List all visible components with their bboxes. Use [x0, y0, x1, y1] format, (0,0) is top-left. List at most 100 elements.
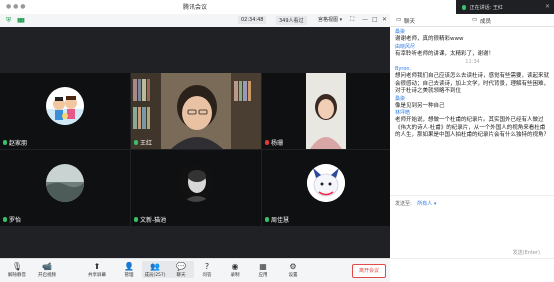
video-tile[interactable]: 罗怡 [0, 150, 130, 226]
chat-message: 林坪皓 老师开始说，想做一个杜甫的纪录片。其实国外已经有人做过《伟大的诗人·杜甫… [395, 110, 550, 140]
record-button[interactable]: ◉ 录制 [222, 261, 248, 278]
record-icon: ◉ [231, 262, 239, 271]
mic-icon [134, 217, 138, 222]
window-close-icon[interactable]: ✕ [382, 16, 387, 23]
close-icon[interactable]: ✕ [545, 3, 550, 10]
mic-icon [3, 140, 7, 145]
signal-icon[interactable]: ▮▮▮ [17, 17, 25, 24]
side-panel-footer [390, 258, 554, 282]
apps-label: 应用 [258, 273, 268, 278]
chat-sender: 由晓风尽 [395, 43, 416, 50]
members-tab-icon: ▭ [472, 17, 478, 23]
chat-message: 桑染 谢谢老师，真的很精彩www [395, 29, 550, 44]
chat-icon: 💬 [176, 262, 186, 271]
mic-icon [462, 5, 466, 10]
mic-icon [134, 140, 138, 145]
camera-off-icon: 📹 [42, 262, 52, 271]
shield-icon[interactable]: ⛨ [6, 16, 11, 25]
participant-video [306, 73, 346, 149]
bottom-toolbar: 🎙 解除静音 📹 开启视频 ⬆ 共享屏幕 👤 管理 👥 成员(257) 💬 聊天 ? 问答 ◉… [0, 258, 390, 282]
meeting-toolbar: ⛨ ▮▮▮ 02:34:48 349人看过 宫格视图 ▾ ⛶ — □ ✕ [0, 14, 390, 27]
speaking-label: 正在讲话: 王红 [469, 5, 503, 11]
video-grid: 赵家朋 王红 杨珊 罗怡 文新-猫池 周佳慧 [0, 27, 390, 258]
qa-label: 问答 [202, 273, 212, 278]
start-video-label: 开启视频 [38, 273, 56, 278]
minimize-icon[interactable]: — [362, 16, 368, 23]
manage-button[interactable]: 👤 管理 [116, 261, 142, 278]
grid-view-label: 宫格视图 [318, 17, 339, 23]
chat-label: 聊天 [176, 273, 186, 278]
view-mode-button[interactable]: 宫格视图 ▾ [318, 16, 342, 23]
chat-button[interactable]: 💬 聊天 [168, 261, 194, 278]
share-screen-icon: ⬆ [93, 262, 101, 271]
gear-icon: ⚙ [289, 262, 297, 271]
send-hint[interactable]: 发送(Enter) [513, 249, 540, 256]
mic-icon [3, 217, 7, 222]
fullscreen-icon[interactable]: ⛶ [350, 16, 354, 24]
members-button[interactable]: 👥 成员(257) [142, 261, 168, 278]
chat-sender: 林坪皓 [395, 110, 411, 116]
manage-label: 管理 [124, 273, 134, 278]
video-tile-active-speaker[interactable]: 王红 [131, 73, 261, 149]
tab-chat[interactable]: 聊天 [404, 17, 415, 25]
mic-icon: 🎙 [11, 262, 23, 271]
chat-sender: 桑染 [395, 29, 406, 35]
chat-message: 桑染 像是见到另一种自己 [395, 96, 550, 111]
members-icon: 👥 [150, 262, 160, 271]
share-screen-button[interactable]: ⬆ 共享屏幕 [84, 261, 110, 278]
members-label: 成员(257) [144, 273, 166, 278]
video-tile[interactable]: 周佳慧 [262, 150, 390, 226]
tab-members[interactable]: 成员 [480, 17, 491, 25]
video-tile[interactable]: 杨珊 [262, 73, 390, 149]
apps-icon: ▦ [259, 262, 267, 271]
chat-text: 像是见到另一种自己 [395, 102, 445, 109]
manage-icon: 👤 [124, 262, 134, 271]
chat-message: Byron. 想问老师我们自己应该怎么去读杜诗，感觉有些需要，读起来就会很感动；… [395, 66, 550, 96]
chat-time: 11:34 [465, 59, 480, 65]
participant-label: 王红 [134, 138, 152, 147]
participant-name: 杨珊 [271, 140, 284, 147]
settings-label: 设置 [288, 273, 298, 278]
chat-text: 想问老师我们自己应该怎么去读杜诗，感觉有些需要，读起来就会很感动；自己去读诗，加… [395, 73, 550, 94]
qa-button[interactable]: ? 问答 [194, 261, 220, 278]
maximize-icon[interactable]: □ [372, 16, 378, 23]
participant-label: 周佳慧 [265, 215, 289, 224]
chat-text: 有幸聆听老师的讲课，太精彩了，谢谢！ [395, 50, 495, 57]
participant-label: 赵家朋 [3, 138, 27, 147]
qa-icon: ? [204, 262, 210, 271]
settings-button[interactable]: ⚙ 设置 [280, 261, 306, 278]
chat-timestamp: 11:34 [395, 58, 550, 66]
send-to-select[interactable]: 所有人 ▾ [417, 201, 436, 207]
chat-sender: Byron. [395, 66, 412, 72]
leave-meeting-button[interactable]: 离开会议 [352, 264, 386, 278]
meeting-timer: 02:34:48 [238, 16, 267, 24]
viewers-count[interactable]: 349人看过 [276, 16, 307, 25]
share-screen-label: 共享屏幕 [88, 273, 106, 278]
participant-name: 周佳慧 [271, 217, 290, 224]
video-tile[interactable]: 文新-猫池 [131, 150, 261, 226]
mic-icon [265, 217, 269, 222]
video-tile[interactable]: 赵家朋 [0, 73, 130, 149]
speaking-indicator: 正在讲话: 王红 ✕ [456, 0, 554, 14]
chat-message-list[interactable]: 桑染 谢谢老师，真的很精彩www 由晓风尽 有幸聆听老师的讲课，太精彩了，谢谢！… [390, 27, 554, 195]
send-to-row: 发送至: 所有人 ▾ [390, 195, 554, 209]
participant-label: 文新-猫池 [134, 215, 166, 224]
start-video-button[interactable]: 📹 开启视频 [34, 261, 60, 278]
apps-button[interactable]: ▦ 应用 [250, 261, 276, 278]
chat-sender: 桑染 [395, 95, 406, 102]
chat-text: 老师开始说，想做一个杜甫的纪录片。其实国外已经有人做过《伟大的诗人·杜甫》的纪录… [395, 117, 550, 138]
unmute-label: 解除静音 [8, 273, 26, 278]
chat-message: 由晓风尽 有幸聆听老师的讲课，太精彩了，谢谢！ [395, 44, 550, 59]
participant-label: 杨珊 [265, 138, 283, 147]
unmute-button[interactable]: 🎙 解除静音 [4, 261, 30, 278]
participant-name: 文新-猫池 [140, 217, 167, 224]
participant-name: 赵家朋 [9, 140, 28, 147]
window-title: 腾讯会议 [182, 4, 207, 11]
participant-name: 罗怡 [9, 217, 22, 224]
chat-tab-icon: ▭ [396, 17, 402, 23]
send-to-label: 发送至: [395, 201, 412, 207]
avatar [46, 164, 84, 202]
send-to-value: 所有人 [417, 201, 433, 207]
record-label: 录制 [230, 273, 240, 278]
chat-input[interactable]: 发送(Enter) [390, 209, 554, 258]
